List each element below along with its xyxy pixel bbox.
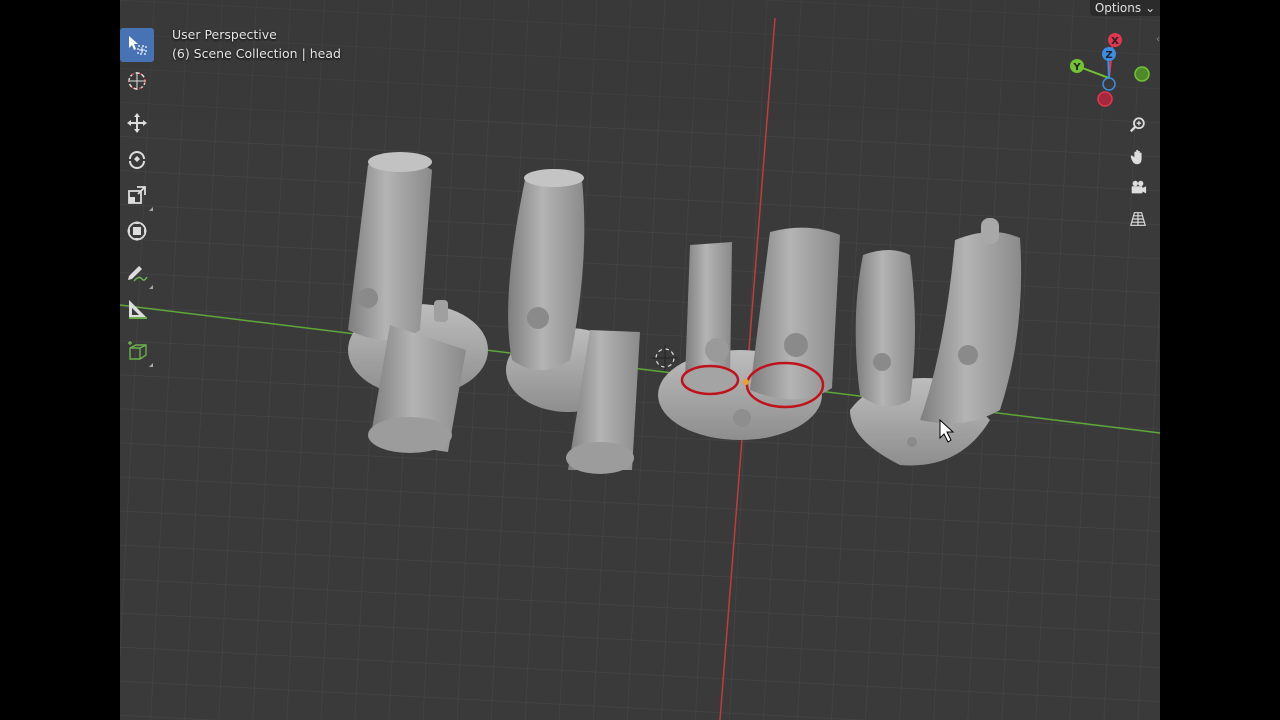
grid-perspective-icon [1130, 212, 1146, 226]
pan-button[interactable] [1125, 144, 1151, 170]
gizmo-y-label: Y [1072, 62, 1081, 73]
measure-tool[interactable] [120, 292, 154, 326]
scale-icon [128, 186, 146, 204]
scale-tool[interactable] [120, 178, 154, 212]
view-name: User Perspective [172, 27, 277, 42]
cursor-icon [128, 72, 146, 90]
collection-info: (6) Scene Collection | head [172, 46, 341, 61]
add-cube-tool[interactable] [120, 334, 154, 368]
ruler-icon [129, 300, 147, 319]
hand-icon [1130, 149, 1142, 165]
move-tool[interactable] [120, 106, 154, 140]
chevron-down-icon: ⌄ [1145, 1, 1156, 15]
gizmo-x-label: X [1111, 36, 1119, 47]
options-label: Options [1094, 1, 1142, 15]
rotate-icon [129, 151, 145, 169]
navigation-gizmo[interactable]: X Z Y [1065, 30, 1155, 115]
transform-icon [127, 221, 147, 241]
gizmo-neg-z [1102, 77, 1116, 91]
camera-icon [1131, 180, 1147, 194]
3d-viewport[interactable]: User Perspective (6) Scene Collection | … [120, 0, 1160, 720]
options-button[interactable]: Options ⌄ [1090, 0, 1160, 16]
gizmo-z-label: Z [1105, 50, 1112, 61]
annotate-icon [128, 266, 148, 282]
gizmo-neg-y [1134, 66, 1150, 82]
gizmo-neg-x [1097, 91, 1113, 107]
camera-view-button[interactable] [1125, 175, 1151, 201]
select-box-icon [129, 36, 147, 55]
zoom-button[interactable] [1125, 112, 1151, 138]
transform-tool[interactable] [120, 214, 154, 248]
move-icon [127, 113, 147, 133]
select-box-tool[interactable] [120, 28, 154, 62]
annotate-tool[interactable] [120, 256, 154, 290]
scene-canvas[interactable] [120, 0, 1160, 720]
ortho-toggle-button[interactable] [1125, 206, 1151, 232]
add-cube-icon [128, 341, 147, 360]
viewport-info: User Perspective (6) Scene Collection | … [172, 25, 341, 63]
sidebar-toggle-icon[interactable]: ‹ [1156, 34, 1160, 45]
rotate-tool[interactable] [120, 142, 154, 176]
zoom-icon [1130, 117, 1145, 133]
cursor-tool[interactable] [120, 64, 154, 98]
tool-shelf [120, 28, 154, 370]
